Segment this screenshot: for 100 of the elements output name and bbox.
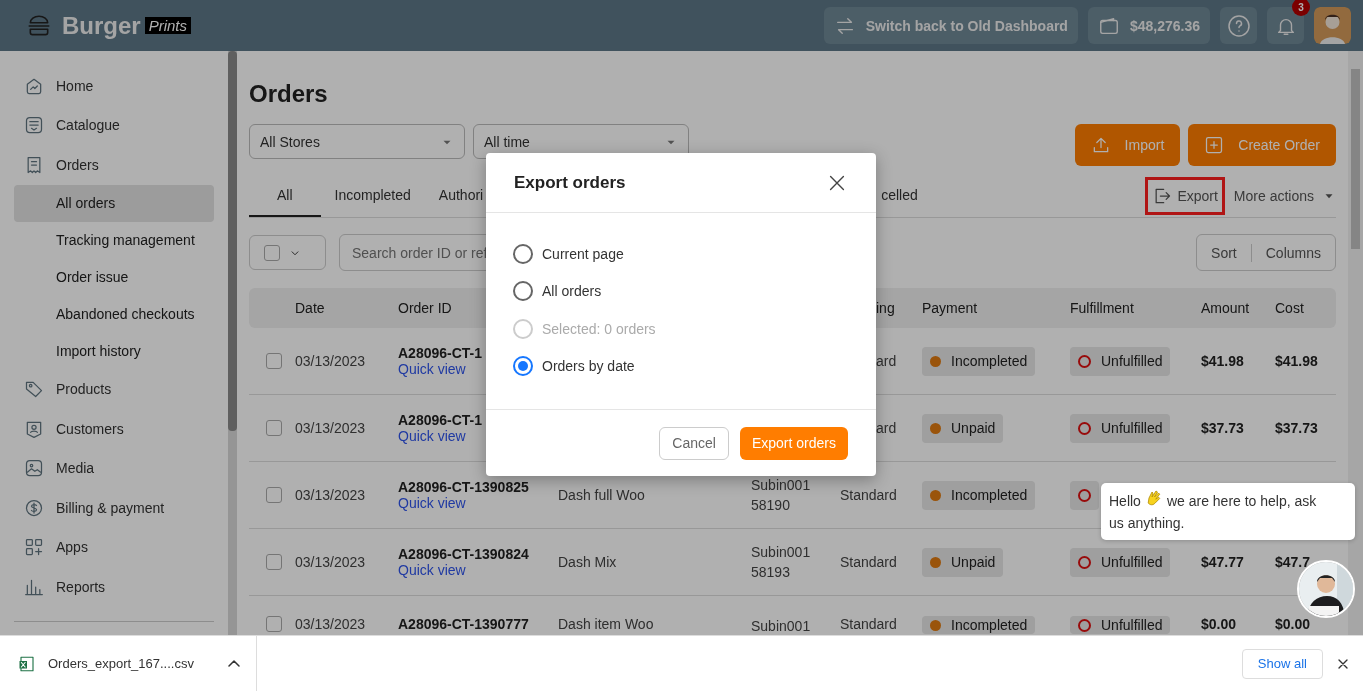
order-id: A28096-CT-1390824 bbox=[398, 546, 529, 562]
sidebar-subitem[interactable]: Tracking management bbox=[14, 221, 214, 259]
order-date: 03/13/2023 bbox=[295, 420, 366, 436]
sidebar-subitem[interactable]: Import history bbox=[14, 332, 214, 370]
order-id: A28096-CT-1 bbox=[398, 412, 483, 428]
filter-dropdown[interactable]: All Stores bbox=[249, 124, 465, 159]
shipping-method: Standard bbox=[840, 616, 897, 632]
columns-button[interactable]: Columns bbox=[1251, 244, 1335, 261]
shipping-method: Standard bbox=[840, 487, 897, 503]
show-all-button[interactable]: Show all bbox=[1241, 648, 1323, 679]
sidebar-item[interactable]: Reports bbox=[14, 567, 214, 607]
column-header: Cost bbox=[1275, 300, 1304, 316]
page-title: Orders bbox=[249, 79, 329, 109]
amount-value: $37.73 bbox=[1201, 420, 1244, 436]
bulk-select-dropdown[interactable] bbox=[249, 235, 326, 270]
row-checkbox[interactable] bbox=[266, 616, 282, 632]
order-id: A28096-CT-1390825 bbox=[398, 479, 529, 495]
shipping-method: ard bbox=[875, 353, 897, 369]
column-header: Fulfillment bbox=[1070, 300, 1134, 316]
download-file-name[interactable]: Orders_export_167....csv bbox=[48, 656, 194, 671]
amount-value: $0.00 bbox=[1201, 616, 1237, 632]
payment-status-badge: Incompleted bbox=[922, 346, 1036, 376]
shipping-method: Standard bbox=[840, 554, 897, 570]
row-checkbox[interactable] bbox=[266, 353, 282, 369]
order-date: 03/13/2023 bbox=[295, 616, 366, 632]
fulfillment-status-badge bbox=[1070, 480, 1099, 510]
quick-view-link[interactable]: Quick view bbox=[398, 495, 558, 511]
export-option[interactable]: Current page bbox=[513, 235, 849, 273]
export-link[interactable]: Export bbox=[1148, 180, 1222, 212]
payment-status-badge: Incompleted bbox=[922, 616, 1036, 634]
shipping-method: ard bbox=[875, 420, 897, 436]
radio-button[interactable] bbox=[513, 281, 533, 302]
apps-icon bbox=[24, 537, 44, 558]
plus-square-icon bbox=[1204, 135, 1225, 155]
payment-status-badge: Unpaid bbox=[922, 547, 1004, 577]
amount-value: $41.98 bbox=[1201, 353, 1244, 369]
column-header: ing bbox=[875, 300, 895, 316]
dollar-icon bbox=[24, 497, 44, 518]
row-checkbox[interactable] bbox=[266, 487, 282, 503]
notification-badge: 3 bbox=[1292, 0, 1310, 16]
fulfillment-status-badge: Unfulfilled bbox=[1070, 616, 1171, 634]
cost-value: $37.73 bbox=[1275, 420, 1318, 436]
user-avatar[interactable] bbox=[1314, 7, 1351, 44]
chevron-up-icon bbox=[227, 660, 240, 667]
product-name: Dash Mix bbox=[558, 554, 617, 570]
column-header: Order ID bbox=[398, 300, 452, 316]
logo-tag: Prints bbox=[144, 17, 192, 34]
logo-wordmark: Burger bbox=[62, 11, 141, 40]
row-checkbox[interactable] bbox=[266, 420, 282, 436]
fulfillment-status-badge: Unfulfilled bbox=[1070, 346, 1171, 376]
radio-button[interactable] bbox=[513, 356, 533, 377]
tag-icon bbox=[24, 379, 44, 400]
scrollbar[interactable] bbox=[228, 51, 237, 635]
sidebar-subitem[interactable]: Abandoned checkouts bbox=[14, 295, 214, 333]
order-date: 03/13/2023 bbox=[295, 353, 366, 369]
help-button[interactable] bbox=[1220, 7, 1257, 44]
export-option[interactable]: Orders by date bbox=[513, 347, 849, 385]
more-actions-dropdown[interactable]: More actions bbox=[1233, 188, 1336, 204]
sidebar-item[interactable]: Products bbox=[14, 369, 214, 409]
chat-message: we are here to help, ask bbox=[1166, 493, 1317, 509]
column-header: Amount bbox=[1201, 300, 1250, 316]
image-icon bbox=[24, 458, 44, 479]
sidebar-item[interactable]: Apps bbox=[14, 527, 214, 567]
sidebar-item[interactable]: Media bbox=[14, 448, 214, 488]
order-id: A28096-CT-1390777 bbox=[398, 616, 529, 632]
cost-value: $0.00 bbox=[1275, 616, 1311, 632]
sidebar-subitem[interactable]: Order issue bbox=[14, 258, 214, 296]
sidebar-item[interactable]: Customers bbox=[14, 409, 214, 449]
cancel-button[interactable]: Cancel bbox=[659, 426, 729, 460]
sort-button[interactable]: Sort bbox=[1197, 244, 1251, 261]
spreadsheet-icon bbox=[18, 654, 36, 673]
cost-value: $41.98 bbox=[1275, 353, 1318, 369]
order-tab[interactable]: Incompleted bbox=[320, 175, 425, 217]
order-date: 03/13/2023 bbox=[295, 487, 366, 503]
chat-bubble[interactable]: Hello we are here to help, ask us anything. bbox=[1101, 483, 1355, 540]
help-icon bbox=[1226, 13, 1251, 38]
order-date: 03/13/2023 bbox=[295, 554, 366, 570]
column-header: Date bbox=[295, 300, 325, 316]
sidebar-item[interactable]: Billing & payment bbox=[14, 488, 214, 528]
sidebar-item[interactable]: Catalogue bbox=[14, 105, 214, 145]
row-checkbox[interactable] bbox=[266, 554, 282, 570]
cost-value: $47.7 bbox=[1275, 554, 1311, 570]
store-name: Subin001 58190 bbox=[751, 476, 812, 515]
sidebar-subitem[interactable]: All orders bbox=[14, 184, 214, 222]
store-name: Subin001 bbox=[751, 617, 812, 635]
dialog-title: Export orders bbox=[514, 172, 626, 193]
quick-view-link[interactable]: Quick view bbox=[398, 562, 558, 578]
scrollbar[interactable] bbox=[1348, 51, 1363, 635]
order-id: A28096-CT-1 bbox=[398, 345, 483, 361]
export-option[interactable]: All orders bbox=[513, 272, 849, 310]
radio-button[interactable] bbox=[513, 243, 533, 264]
payment-status-badge: Unpaid bbox=[922, 413, 1004, 443]
sidebar-item[interactable]: Orders bbox=[14, 145, 214, 185]
chat-greeting: Hello bbox=[1109, 493, 1141, 509]
fulfillment-status-badge: Unfulfilled bbox=[1070, 547, 1171, 577]
product-name: Dash full Woo bbox=[558, 487, 645, 503]
order-tab[interactable]: All bbox=[249, 175, 321, 217]
payment-status-badge: Incompleted bbox=[922, 480, 1036, 510]
catalogue-icon bbox=[24, 115, 44, 136]
sidebar-item[interactable]: Home bbox=[14, 66, 214, 106]
